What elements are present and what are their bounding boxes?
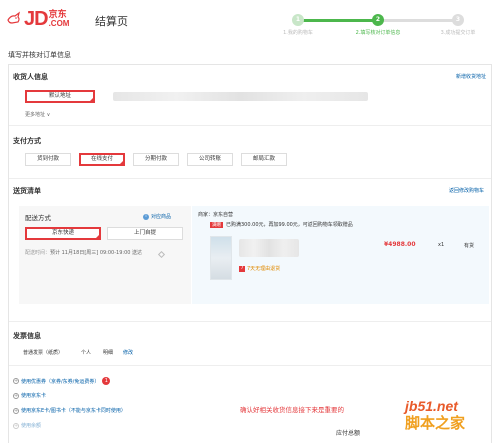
jd-logo[interactable]: JD 京东 .COM bbox=[6, 8, 69, 30]
watermark: jb51.net 脚本之家 bbox=[405, 398, 465, 433]
step-3: 3 3.成功提交订单 bbox=[440, 14, 476, 36]
ecard-option[interactable]: + 使用京东E卡/图书卡（不能与京东卡同时使用） bbox=[13, 407, 126, 414]
delivery-title: 送货清单 bbox=[13, 187, 41, 195]
invoice-detail: 明细 bbox=[103, 350, 114, 356]
payment-title: 支付方式 bbox=[13, 137, 41, 145]
product-price: ¥4988.00 bbox=[384, 241, 416, 248]
compare-items-link[interactable]: i 对应商品 bbox=[143, 213, 171, 220]
pay-option-online[interactable]: 在线支付 bbox=[79, 153, 125, 166]
receiver-title: 收货人信息 bbox=[13, 73, 48, 81]
invoice-title: 发票信息 bbox=[13, 332, 41, 340]
checkout-steps: 1 1.我的购物车 2 2.填写核对订单信息 3 3.成功提交订单 bbox=[258, 14, 490, 38]
promo-line: 满赠 已购满300.00元，再加99.00元，可返回购物车领取赠品 bbox=[210, 222, 353, 228]
product-qty: x1 bbox=[438, 242, 445, 248]
invoice-modify-link[interactable]: 修改 bbox=[123, 349, 133, 356]
add-address-link[interactable]: 新增收货地址 bbox=[456, 73, 486, 80]
pay-option-cod[interactable]: 货到付款 bbox=[25, 153, 71, 166]
product-name-blurred bbox=[239, 239, 299, 257]
divider bbox=[9, 178, 491, 179]
divider bbox=[9, 321, 491, 322]
watermark-text: 脚本之家 bbox=[405, 414, 466, 432]
logo-com-text: .COM bbox=[48, 18, 70, 28]
promo-tag: 满赠 bbox=[210, 222, 223, 228]
order-items-panel: 商家：京东自营 满赠 已购满300.00元，再加99.00元，可返回购物车领取赠品… bbox=[192, 206, 489, 304]
checkout-card: 收货人信息 新增收货地址 默认地址 更多地址 ∨ 支付方式 货到付款 在线支付 … bbox=[8, 64, 492, 443]
merchant-label: 商家：京东自营 bbox=[198, 212, 234, 218]
divider bbox=[9, 365, 491, 366]
page-title: 结算页 bbox=[95, 15, 128, 28]
product-image[interactable] bbox=[210, 236, 232, 280]
jd-dog-icon bbox=[7, 11, 20, 24]
return-icon: 7 bbox=[239, 265, 245, 272]
address-text-blurred bbox=[113, 92, 368, 101]
stock-status: 有货 bbox=[464, 243, 475, 249]
default-address-button[interactable]: 默认地址 bbox=[25, 90, 95, 103]
jd-card-option[interactable]: + 使用京东卡 bbox=[13, 392, 46, 399]
shipping-method-panel: 配送方式 i 对应商品 京东快递 上门自提 配送时间：预计 11月18日[周三]… bbox=[19, 206, 191, 304]
pay-option-post[interactable]: 邮局汇款 bbox=[241, 153, 287, 166]
return-policy: 7 7天无理由退货 bbox=[239, 265, 281, 272]
shipping-jd-express[interactable]: 京东快递 bbox=[25, 227, 101, 240]
tutorial-annotation: 确认好相关收货信息接下来是重要的 bbox=[240, 406, 344, 414]
pay-option-transfer[interactable]: 公司转账 bbox=[187, 153, 233, 166]
invoice-type: 普通发票（纸质） bbox=[23, 350, 64, 356]
expand-plus-icon: + bbox=[13, 407, 19, 414]
total-label: 应付总额 bbox=[336, 430, 361, 437]
expand-plus-icon: + bbox=[13, 422, 19, 429]
coupon-count-badge: 1 bbox=[102, 377, 111, 385]
back-to-cart-link[interactable]: 返回修改购物车 bbox=[449, 187, 484, 194]
logo-jd-text: JD bbox=[24, 7, 49, 30]
header: JD 京东 .COM 结算页 1 1.我的购物车 2 2.填写核对订单信息 3 … bbox=[0, 0, 500, 36]
fill-title: 填写并核对订单信息 bbox=[8, 51, 71, 59]
step-2: 2 2.填写核对订单信息 bbox=[355, 14, 401, 36]
coupon-option[interactable]: + 使用优惠券（京券/东券/免运费券） 1 bbox=[13, 377, 111, 385]
more-address-link[interactable]: 更多地址 ∨ bbox=[25, 111, 50, 118]
step-1: 1 1.我的购物车 bbox=[283, 14, 313, 36]
pay-option-installment[interactable]: 分期付款 bbox=[133, 153, 179, 166]
shipping-self-pickup[interactable]: 上门自提 bbox=[107, 227, 183, 240]
balance-option[interactable]: + 使用余额 bbox=[13, 422, 41, 429]
invoice-header: 个人 bbox=[81, 350, 92, 356]
expand-plus-icon: + bbox=[13, 392, 19, 399]
expand-plus-icon: + bbox=[13, 378, 19, 384]
info-icon: i bbox=[143, 213, 149, 220]
shipping-method-title: 配送方式 bbox=[25, 214, 51, 222]
divider bbox=[9, 125, 491, 126]
